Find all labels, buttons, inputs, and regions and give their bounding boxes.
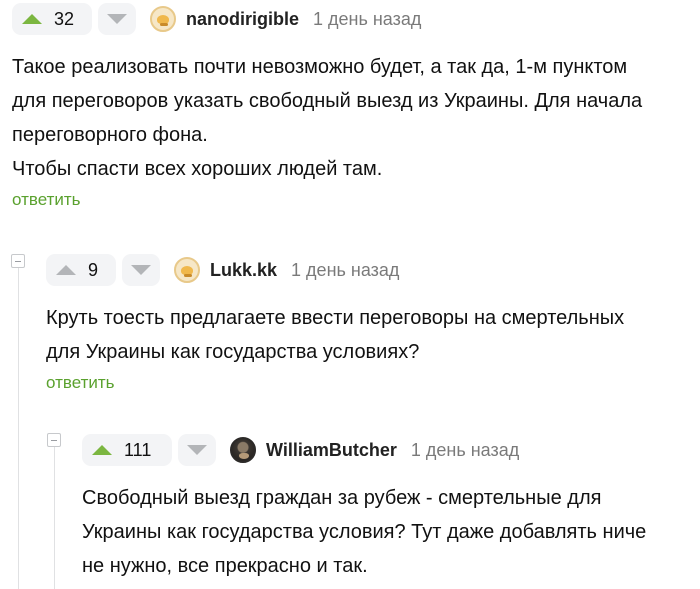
- arrow-down-icon: [131, 265, 151, 275]
- arrow-up-icon: [22, 14, 42, 24]
- comment-text: Такое реализовать почти невозможно будет…: [12, 50, 692, 186]
- arrow-down-icon: [107, 14, 127, 24]
- comment-line: для переговоров указать свободный выезд …: [12, 90, 643, 112]
- comment-line: Круть тоесть предлагаете ввести перегово…: [46, 307, 625, 329]
- rating-count: 111: [124, 439, 152, 460]
- upvote-button[interactable]: 32: [12, 3, 92, 35]
- rating-count: 9: [88, 259, 99, 280]
- comment-header: 9 Lukk.kk 1 день назад: [46, 253, 692, 287]
- collapse-branch-icon[interactable]: [11, 254, 25, 268]
- comment-time[interactable]: 1 день назад: [291, 260, 399, 281]
- upvote-button[interactable]: 9: [46, 254, 116, 286]
- downvote-button[interactable]: [122, 254, 160, 286]
- comment: 32 nanodirigible 1 день назад Такое реал…: [12, 2, 692, 210]
- arrow-down-icon: [187, 445, 207, 455]
- avatar[interactable]: [230, 437, 256, 463]
- avatar[interactable]: [150, 6, 176, 32]
- thread-line-level-1[interactable]: [18, 267, 19, 589]
- username[interactable]: Lukk.kk: [210, 260, 277, 281]
- arrow-up-icon: [56, 265, 76, 275]
- avatar[interactable]: [174, 257, 200, 283]
- comment-line: для Украины как государства условиях?: [46, 341, 420, 363]
- comment-line: Чтобы спасти всех хороших людей там.: [12, 158, 383, 180]
- reply-link[interactable]: ответить: [12, 190, 692, 210]
- rating-count: 32: [54, 8, 75, 29]
- downvote-button[interactable]: [98, 3, 136, 35]
- comment: 9 Lukk.kk 1 день назад Круть тоесть пред…: [46, 253, 692, 393]
- comment-header: 32 nanodirigible 1 день назад: [12, 2, 692, 36]
- reply-link[interactable]: ответить: [46, 373, 692, 393]
- upvote-button[interactable]: 111: [82, 434, 172, 466]
- comment-line: Свободный выезд граждан за рубеж - смерт…: [82, 487, 602, 509]
- comment-header: 111 WilliamButcher 1 день назад: [82, 433, 692, 467]
- comment-line: переговорного фона.: [12, 124, 208, 146]
- comment: 111 WilliamButcher 1 день назад Свободны…: [82, 433, 692, 583]
- comment-text: Свободный выезд граждан за рубеж - смерт…: [82, 481, 692, 583]
- comment-time[interactable]: 1 день назад: [411, 440, 519, 461]
- arrow-up-icon: [92, 445, 112, 455]
- comment-line: Такое реализовать почти невозможно будет…: [12, 56, 628, 78]
- comments-thread: 32 nanodirigible 1 день назад Такое реал…: [0, 0, 700, 589]
- username[interactable]: nanodirigible: [186, 9, 299, 30]
- comment-text: Круть тоесть предлагаете ввести перегово…: [46, 301, 692, 369]
- downvote-button[interactable]: [178, 434, 216, 466]
- thread-line-level-2[interactable]: [54, 447, 55, 589]
- collapse-branch-icon[interactable]: [47, 433, 61, 447]
- comment-time[interactable]: 1 день назад: [313, 9, 421, 30]
- username[interactable]: WilliamButcher: [266, 440, 397, 461]
- comment-line: не нужно, все прекрасно и так.: [82, 555, 368, 577]
- comment-line: Украины как государства условия? Тут даж…: [82, 521, 647, 543]
